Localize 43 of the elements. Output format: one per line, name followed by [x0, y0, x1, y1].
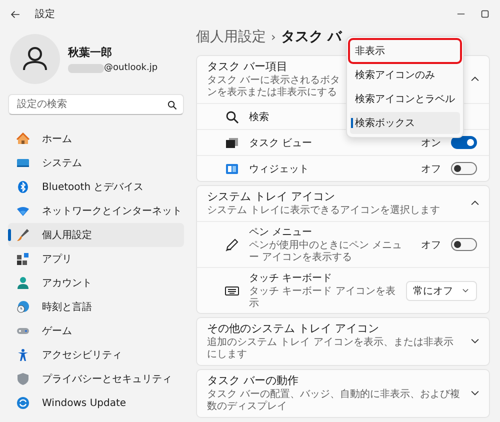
setting-label: タスク ビュー	[249, 136, 312, 150]
user-email: @outlook.jp	[104, 63, 158, 73]
menu-item[interactable]: 検索ボックス	[350, 112, 460, 134]
section-description: 追加のシステム トレイ アイコンを表示、または非表示にします	[207, 337, 454, 361]
section-title: システム トレイ アイコン	[207, 189, 335, 204]
breadcrumb-parent[interactable]: 個人用設定	[196, 28, 266, 46]
sidebar-item[interactable]: 個人用設定	[8, 223, 184, 247]
setting-label: ペン メニュー	[249, 226, 312, 239]
search-input[interactable]: 設定の検索	[15, 98, 167, 111]
section-title: その他のシステム トレイ アイコン	[207, 321, 379, 336]
section-title: タスク バー項目	[207, 59, 288, 74]
setting-description: ペンが使用中のときにペン メニュー アイコンを表示する	[249, 240, 404, 264]
setting-label: タッチ キーボード	[249, 272, 332, 285]
user-name: 秋葉一郎	[68, 45, 113, 60]
sidebar-item[interactable]: プライバシーとセキュリティ	[8, 367, 184, 391]
sidebar-item[interactable]: アクセシビリティ	[8, 343, 184, 367]
window-title: 設定	[35, 8, 56, 21]
sidebar-item[interactable]: Windows Update	[8, 391, 184, 415]
breadcrumb-separator: ›	[271, 30, 276, 44]
sidebar-item[interactable]: アカウント	[8, 271, 184, 295]
sidebar-item[interactable]: ホーム	[8, 127, 184, 151]
menu-item[interactable]: 非表示	[350, 40, 460, 62]
sidebar-item[interactable]: アプリ	[8, 247, 184, 271]
dropdown[interactable]: 常にオフ	[406, 280, 477, 300]
section-description: タスク バーの配置、バッジ、自動的に非表示、および複数のディスプレイ	[207, 389, 462, 413]
toggle-state-text: オン	[421, 136, 441, 150]
setting-label: ウィジェット	[249, 162, 309, 176]
setting-description: タッチ キーボード アイコンを表示	[249, 286, 396, 310]
setting-label: 検索	[249, 110, 269, 124]
sidebar-item[interactable]: ネットワークとインターネット	[8, 199, 184, 223]
section-description: システム トレイに表示できるアイコンを選択します	[207, 205, 440, 217]
sidebar-item[interactable]: システム	[8, 151, 184, 175]
section-title: タスク バーの動作	[207, 373, 298, 388]
sidebar-item[interactable]: 時刻と言語	[8, 295, 184, 319]
sidebar-item[interactable]: ゲーム	[8, 319, 184, 343]
sidebar-item[interactable]: Bluetooth とデバイス	[8, 175, 184, 199]
menu-item[interactable]: 検索アイコンのみ	[350, 64, 460, 86]
menu-item[interactable]: 検索アイコンとラベル	[350, 88, 460, 110]
section-description: タスク バーに表示されるボタンを表示または非表示にする	[207, 75, 342, 99]
toggle-state-text: オフ	[421, 238, 441, 252]
toggle-state-text: オフ	[421, 162, 441, 176]
search-field[interactable]: 設定の検索	[8, 94, 184, 115]
page-title: タスク バ	[280, 28, 342, 46]
